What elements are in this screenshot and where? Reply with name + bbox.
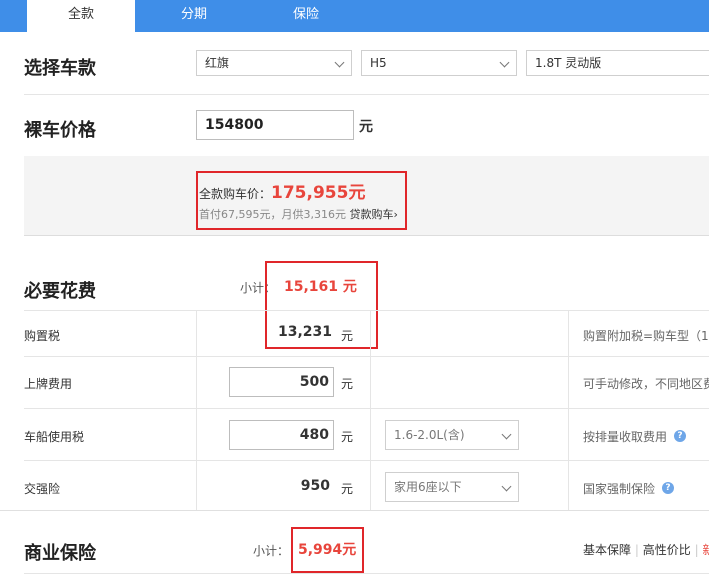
divider xyxy=(0,510,709,511)
bare-price-input[interactable]: 154800 xyxy=(196,110,354,140)
bare-price-title: 裸车价格 xyxy=(24,120,96,141)
insurance-options: 基本保障 | 高性价比 | 新 xyxy=(583,541,709,558)
help-icon[interactable]: ? xyxy=(662,482,674,494)
brand-select[interactable]: 红旗 xyxy=(196,50,352,76)
purchase-tax-label: 购置税 xyxy=(24,329,61,343)
divider xyxy=(24,310,709,311)
seat-type-select[interactable]: 家用6座以下 xyxy=(385,472,519,502)
compulsory-insurance-value: 950 xyxy=(300,478,330,494)
commercial-insurance-title: 商业保险 xyxy=(24,543,96,564)
vehicle-tax-unit: 元 xyxy=(341,430,354,444)
compulsory-insurance-label: 交强险 xyxy=(24,482,61,496)
model-select-value: H5 xyxy=(370,56,387,70)
trim-select-value: 1.8T 灵动版 xyxy=(535,56,602,70)
compulsory-insurance-unit: 元 xyxy=(341,482,354,496)
chevron-down-icon xyxy=(501,429,512,440)
seat-type-select-value: 家用6座以下 xyxy=(394,480,462,494)
purchase-tax-note: 购置附加税=购车型（1- xyxy=(583,329,709,343)
brand-select-value: 红旗 xyxy=(205,56,230,70)
required-fees-title: 必要花费 xyxy=(24,281,96,302)
displacement-select[interactable]: 1.6-2.0L(含) xyxy=(385,420,519,450)
option-basic[interactable]: 基本保障 xyxy=(583,543,631,557)
divider xyxy=(24,573,709,574)
divider xyxy=(24,94,709,95)
plate-fee-unit: 元 xyxy=(341,377,354,391)
divider xyxy=(24,356,709,357)
plate-fee-label: 上牌费用 xyxy=(24,377,73,391)
insurance-subtotal-label: 小计： xyxy=(253,544,290,558)
vehicle-tax-input[interactable]: 480 xyxy=(229,420,334,450)
column-divider xyxy=(370,310,371,510)
displacement-select-value: 1.6-2.0L(含) xyxy=(394,428,465,442)
model-select[interactable]: H5 xyxy=(361,50,517,76)
plate-fee-note: 可手动修改，不同地区费 xyxy=(583,377,709,391)
select-car-title: 选择车款 xyxy=(24,58,96,79)
purchase-tax-value: 13,231 xyxy=(278,324,333,340)
column-divider xyxy=(568,310,569,510)
vehicle-tax-note: 按排量收取费用 xyxy=(583,430,668,444)
chevron-down-icon xyxy=(499,57,510,68)
option-value[interactable]: 高性价比 xyxy=(643,543,691,557)
chevron-down-icon xyxy=(501,481,512,492)
plate-fee-input[interactable]: 500 xyxy=(229,367,334,397)
annotation-box xyxy=(196,171,407,230)
divider xyxy=(24,460,709,461)
column-divider xyxy=(196,310,197,510)
tab-installment[interactable]: 分期 xyxy=(140,0,248,32)
divider xyxy=(24,408,709,409)
bare-price-unit: 元 xyxy=(359,119,373,135)
trim-select[interactable]: 1.8T 灵动版 xyxy=(526,50,709,76)
purchase-tax-unit: 元 xyxy=(341,329,354,343)
vehicle-tax-label: 车船使用税 xyxy=(24,430,85,444)
option-new[interactable]: 新 xyxy=(702,543,709,557)
option-separator: | xyxy=(694,543,699,557)
tab-insurance[interactable]: 保险 xyxy=(252,0,360,32)
tab-full-payment[interactable]: 全款 xyxy=(27,0,135,32)
annotation-box xyxy=(291,527,364,573)
tab-bar: 全款 分期 保险 xyxy=(0,0,709,32)
compulsory-insurance-note: 国家强制保险 xyxy=(583,482,656,496)
option-separator: | xyxy=(634,543,639,557)
chevron-down-icon xyxy=(334,57,345,68)
help-icon[interactable]: ? xyxy=(674,430,686,442)
